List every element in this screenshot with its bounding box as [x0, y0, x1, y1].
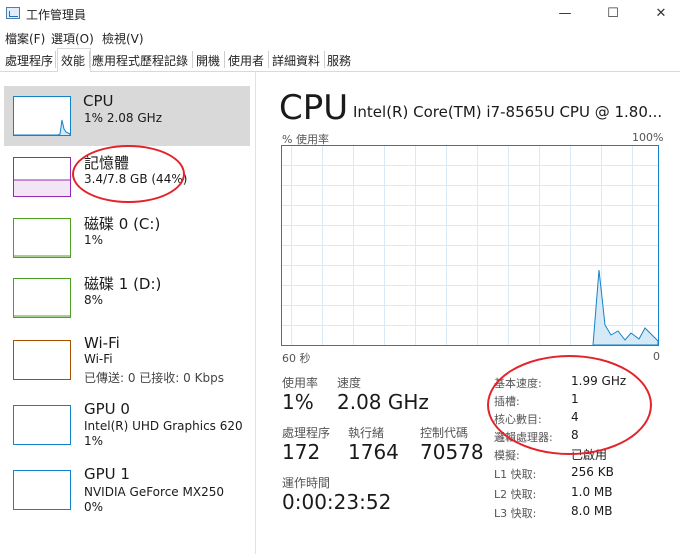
main-title: CPU	[279, 88, 349, 128]
usage-value: 1%	[282, 390, 314, 414]
sidebar-wifi-adapter: Wi-Fi	[84, 352, 113, 366]
disk0-mini-graph	[13, 218, 71, 258]
tab-separator	[89, 51, 90, 68]
menu-file[interactable]: 檔案(F)	[5, 30, 45, 47]
spec-label: L2 快取:	[494, 488, 537, 501]
graph-time-label: 60 秒	[282, 352, 311, 365]
tab-separator	[268, 51, 269, 68]
tab-performance[interactable]: 效能	[61, 52, 85, 69]
gpu1-mini-graph	[13, 470, 71, 510]
tab-separator	[324, 51, 325, 68]
speed-label: 速度	[337, 376, 362, 390]
maximize-button[interactable]: ☐	[590, 0, 636, 28]
handles-label: 控制代碼	[420, 426, 469, 440]
red-annotation-circle	[487, 355, 652, 455]
spec-value: 1.0 MB	[571, 485, 613, 499]
cpu-usage-graph	[281, 145, 659, 346]
sidebar-gpu0-value: 1%	[84, 434, 104, 448]
close-button[interactable]: ✕	[638, 0, 680, 28]
sidebar-wifi-throughput: 已傳送: 0 已接收: 0 Kbps	[84, 371, 224, 385]
tab-startup[interactable]: 開機	[196, 52, 220, 69]
memory-mini-graph	[13, 157, 71, 197]
wifi-mini-graph	[13, 340, 71, 380]
graph-zero-label: 0	[653, 350, 660, 363]
graph-max-label: 100%	[632, 131, 664, 144]
threads-label: 執行緒	[348, 426, 385, 440]
task-manager-icon	[6, 7, 20, 19]
sidebar-gpu0-model: Intel(R) UHD Graphics 620	[84, 419, 243, 433]
sidebar-gpu0-label: GPU 0	[84, 400, 130, 418]
sidebar-gpu1-label: GPU 1	[84, 465, 130, 483]
sidebar-disk1-value: 8%	[84, 293, 104, 307]
speed-value: 2.08 GHz	[337, 390, 429, 414]
sidebar-disk0-label: 磁碟 0 (C:)	[84, 215, 161, 233]
uptime-value: 0:00:23:52	[282, 490, 392, 514]
tab-users[interactable]: 使用者	[228, 52, 264, 69]
processes-label: 處理程序	[282, 426, 331, 440]
gpu0-mini-graph	[13, 405, 71, 445]
window-title: 工作管理員	[26, 8, 87, 22]
uptime-label: 運作時間	[282, 476, 331, 490]
disk1-mini-graph	[13, 278, 71, 318]
minimize-button[interactable]: —	[542, 0, 588, 28]
tab-details[interactable]: 詳細資料	[272, 52, 320, 69]
sidebar-disk1-label: 磁碟 1 (D:)	[84, 275, 162, 293]
spec-value: 8.0 MB	[571, 504, 613, 518]
menu-view[interactable]: 檢視(V)	[102, 30, 144, 47]
processes-value: 172	[282, 440, 321, 464]
tab-app-history[interactable]: 應用程式歷程記錄	[92, 52, 188, 69]
sidebar-cpu-label: CPU	[83, 92, 114, 110]
tab-separator	[224, 51, 225, 68]
cpu-model-name: Intel(R) Core(TM) i7-8565U CPU @ 1.80...	[353, 103, 663, 121]
cpu-mini-graph	[13, 96, 71, 136]
spec-label: L1 快取:	[494, 468, 537, 481]
handles-value: 70578	[420, 440, 484, 464]
usage-label: 使用率	[282, 376, 319, 390]
tab-services[interactable]: 服務	[327, 52, 351, 69]
spec-value: 256 KB	[571, 465, 614, 479]
tab-separator	[192, 51, 193, 68]
tab-processes[interactable]: 處理程序	[5, 52, 53, 69]
panel-divider	[255, 72, 256, 554]
menu-options[interactable]: 選項(O)	[51, 30, 94, 47]
tab-separator	[55, 51, 56, 68]
sidebar-wifi-label: Wi-Fi	[84, 334, 120, 352]
threads-value: 1764	[348, 440, 399, 464]
sidebar-disk0-value: 1%	[84, 233, 104, 247]
sidebar-gpu1-value: 0%	[84, 500, 104, 514]
spec-label: L3 快取:	[494, 507, 537, 520]
spec-label: 模擬:	[494, 449, 520, 462]
sidebar-cpu-value: 1% 2.08 GHz	[84, 111, 163, 125]
sidebar-gpu1-model: NVIDIA GeForce MX250	[84, 485, 224, 499]
red-annotation-circle	[72, 145, 185, 203]
